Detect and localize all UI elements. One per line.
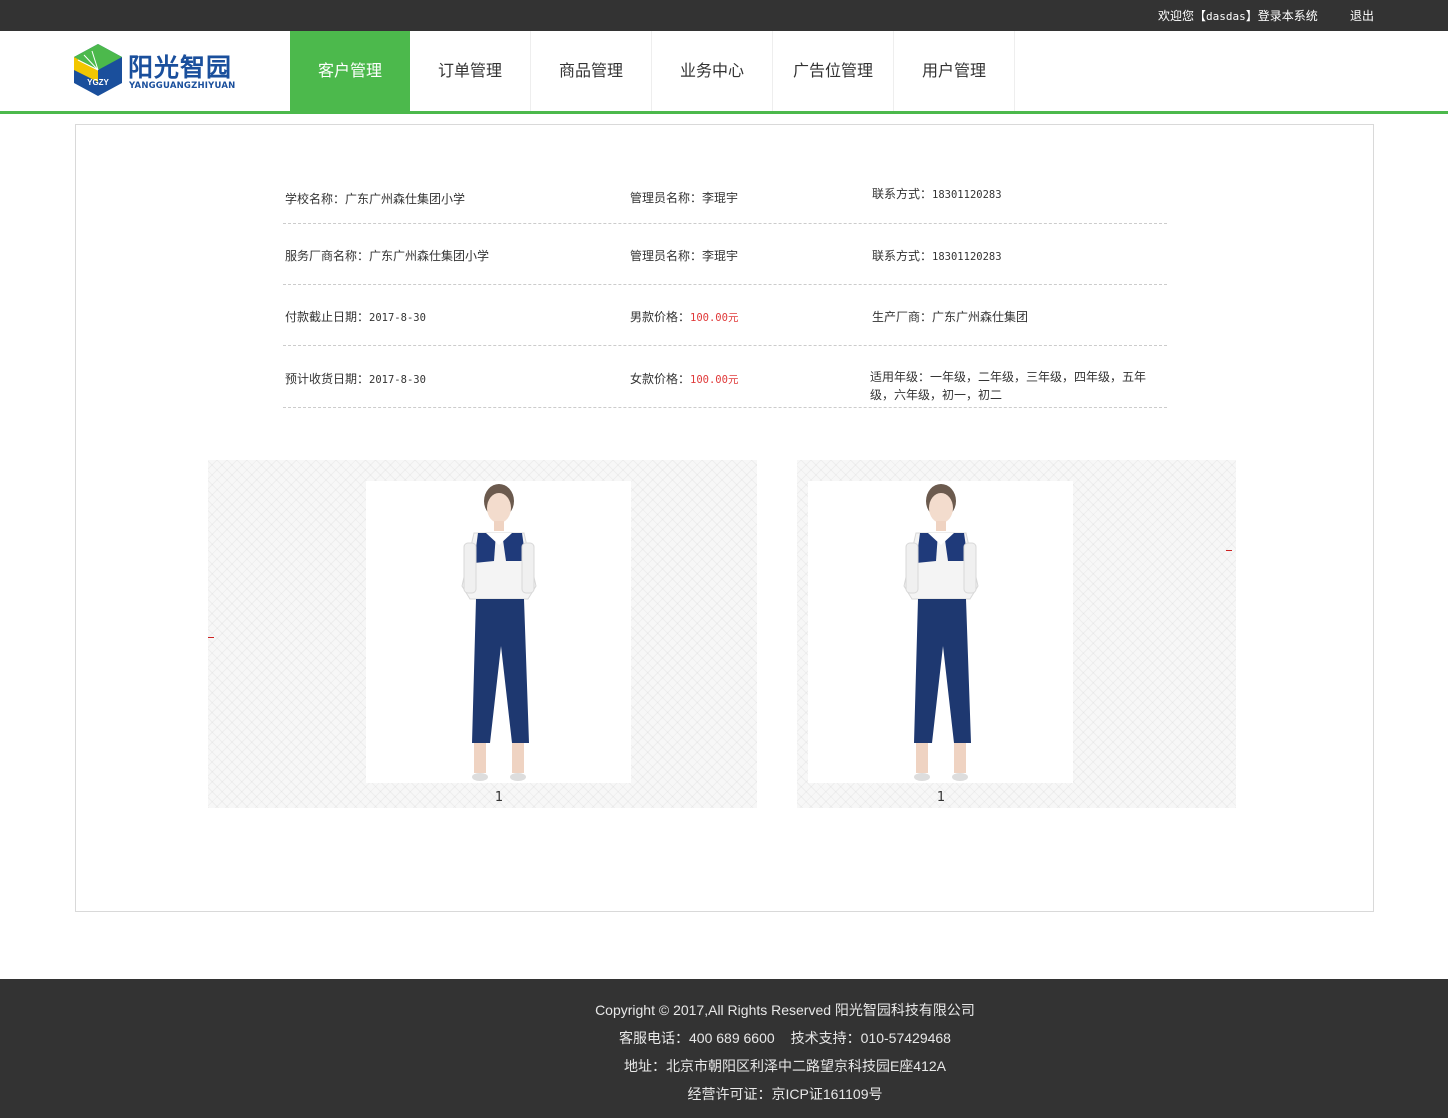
welcome-prefix: 欢迎您【 xyxy=(1158,9,1207,23)
pay-deadline-label: 付款截止日期： xyxy=(285,310,370,324)
student-uniform-image xyxy=(903,484,979,781)
next-arrow-icon[interactable] xyxy=(1226,550,1232,551)
photo-caption: 1 xyxy=(936,790,946,805)
grades-field: 适用年级：一年级，二年级，三年级，四年级，五年级，六年级，初一，初二 xyxy=(870,368,1170,404)
delivery-date-value: 2017-8-30 xyxy=(369,374,426,386)
header: YGZY 阳光智园 YANGGUANGZHIYUAN 客户管理 订单管理 商品管… xyxy=(0,31,1448,111)
username: dasdas xyxy=(1206,10,1246,23)
gallery-gap xyxy=(757,460,797,808)
prev-arrow-icon[interactable] xyxy=(208,637,214,638)
footer-license: 经营许可证：京ICP证161109号 xyxy=(687,1086,883,1102)
photo-caption: 1 xyxy=(494,790,504,805)
female-price-label: 女款价格： xyxy=(630,372,691,386)
vendor-name-label: 服务厂商名称： xyxy=(285,249,370,263)
footer-contact-line: 客服电话：400 689 6600 技术支持：010-57429468 xyxy=(0,1028,1448,1048)
nav-ad-slot-management[interactable]: 广告位管理 xyxy=(773,31,894,111)
admin-name-field: 管理员名称：李琨宇 xyxy=(630,189,738,206)
info-row-delivery: 预计收货日期：2017-8-30 女款价格：100.00元 适用年级：一年级，二… xyxy=(283,346,1167,408)
main-nav: 客户管理 订单管理 商品管理 业务中心 广告位管理 用户管理 xyxy=(290,31,1015,111)
logo-badge-text: YGZY xyxy=(87,78,109,87)
vendor-contact-label: 联系方式： xyxy=(872,249,933,263)
customer-info-table: 学校名称：广东广州森仕集团小学 管理员名称：李琨宇 联系方式：183011202… xyxy=(283,170,1167,408)
nav-product-management[interactable]: 商品管理 xyxy=(531,31,652,111)
footer-service-phone: 客服电话：400 689 6600 xyxy=(619,1030,775,1046)
vendor-admin-field: 管理员名称：李琨宇 xyxy=(630,247,738,264)
male-price-label: 男款价格： xyxy=(630,310,691,324)
nav-user-management[interactable]: 用户管理 xyxy=(894,31,1015,111)
delivery-date-field: 预计收货日期：2017-8-30 xyxy=(285,370,426,387)
logo[interactable]: YGZY 阳光智园 YANGGUANGZHIYUAN xyxy=(72,42,242,100)
welcome-suffix: 】登录本系统 xyxy=(1245,9,1318,23)
product-image-gallery: 1 1 xyxy=(208,460,1236,808)
contact-value: 18301120283 xyxy=(932,189,1002,201)
contact-field: 联系方式：18301120283 xyxy=(872,185,1002,202)
male-price-value: 100.00元 xyxy=(690,312,739,324)
welcome-message: 欢迎您【dasdas】登录本系统 xyxy=(1158,7,1318,24)
footer: Copyright © 2017,All Rights Reserved 阳光智… xyxy=(0,979,1448,1118)
logout-link[interactable]: 退出 xyxy=(1350,7,1374,24)
contact-label: 联系方式： xyxy=(872,187,933,201)
info-row-vendor: 服务厂商名称：广东广州森仕集团小学 管理员名称：李琨宇 联系方式：1830112… xyxy=(283,224,1167,285)
info-row-school: 学校名称：广东广州森仕集团小学 管理员名称：李琨宇 联系方式：183011202… xyxy=(283,170,1167,224)
admin-name-value: 李琨宇 xyxy=(702,191,739,205)
female-price-value: 100.00元 xyxy=(690,374,739,386)
manufacturer-label: 生产厂商： xyxy=(872,310,933,324)
school-name-label: 学校名称： xyxy=(285,192,346,206)
nav-customer-management[interactable]: 客户管理 xyxy=(290,31,410,111)
grades-label: 适用年级： xyxy=(870,370,931,384)
school-name-field: 学校名称：广东广州森仕集团小学 xyxy=(285,190,465,207)
student-uniform-image xyxy=(461,484,537,781)
top-bar: 欢迎您【dasdas】登录本系统 退出 xyxy=(0,0,1448,31)
footer-address: 地址：北京市朝阳区利泽中二路望京科技园E座412A xyxy=(623,1058,947,1074)
footer-tech-support: 技术支持：010-57429468 xyxy=(790,1030,951,1046)
product-photo[interactable] xyxy=(366,481,631,783)
vendor-name-value: 广东广州森仕集团小学 xyxy=(369,249,490,263)
manufacturer-value: 广东广州森仕集团 xyxy=(932,310,1029,324)
male-price-field: 男款价格：100.00元 xyxy=(630,308,738,325)
vendor-admin-value: 李琨宇 xyxy=(702,249,739,263)
nav-business-center[interactable]: 业务中心 xyxy=(652,31,773,111)
header-divider xyxy=(0,111,1448,114)
pay-deadline-field: 付款截止日期：2017-8-30 xyxy=(285,308,426,325)
product-photo[interactable] xyxy=(808,481,1073,783)
vendor-contact-field: 联系方式：18301120283 xyxy=(872,247,1002,264)
vendor-name-field: 服务厂商名称：广东广州森仕集团小学 xyxy=(285,247,489,264)
admin-name-label: 管理员名称： xyxy=(630,191,703,205)
manufacturer-field: 生产厂商：广东广州森仕集团 xyxy=(872,308,1028,325)
logo-name-en: YANGGUANGZHIYUAN xyxy=(129,81,236,91)
delivery-date-label: 预计收货日期： xyxy=(285,372,370,386)
nav-order-management[interactable]: 订单管理 xyxy=(410,31,531,111)
female-price-field: 女款价格：100.00元 xyxy=(630,370,738,387)
vendor-admin-label: 管理员名称： xyxy=(630,249,703,263)
school-name-value: 广东广州森仕集团小学 xyxy=(345,192,466,206)
info-row-payment: 付款截止日期：2017-8-30 男款价格：100.00元 生产厂商：广东广州森… xyxy=(283,285,1167,346)
logo-hexagon-icon: YGZY xyxy=(74,44,122,96)
vendor-contact-value: 18301120283 xyxy=(932,251,1002,263)
logo-name-cn: 阳光智园 xyxy=(128,53,233,82)
customer-detail-panel: 学校名称：广东广州森仕集团小学 管理员名称：李琨宇 联系方式：183011202… xyxy=(75,124,1374,912)
pay-deadline-value: 2017-8-30 xyxy=(369,312,426,324)
footer-copyright: Copyright © 2017,All Rights Reserved 阳光智… xyxy=(595,1002,975,1018)
